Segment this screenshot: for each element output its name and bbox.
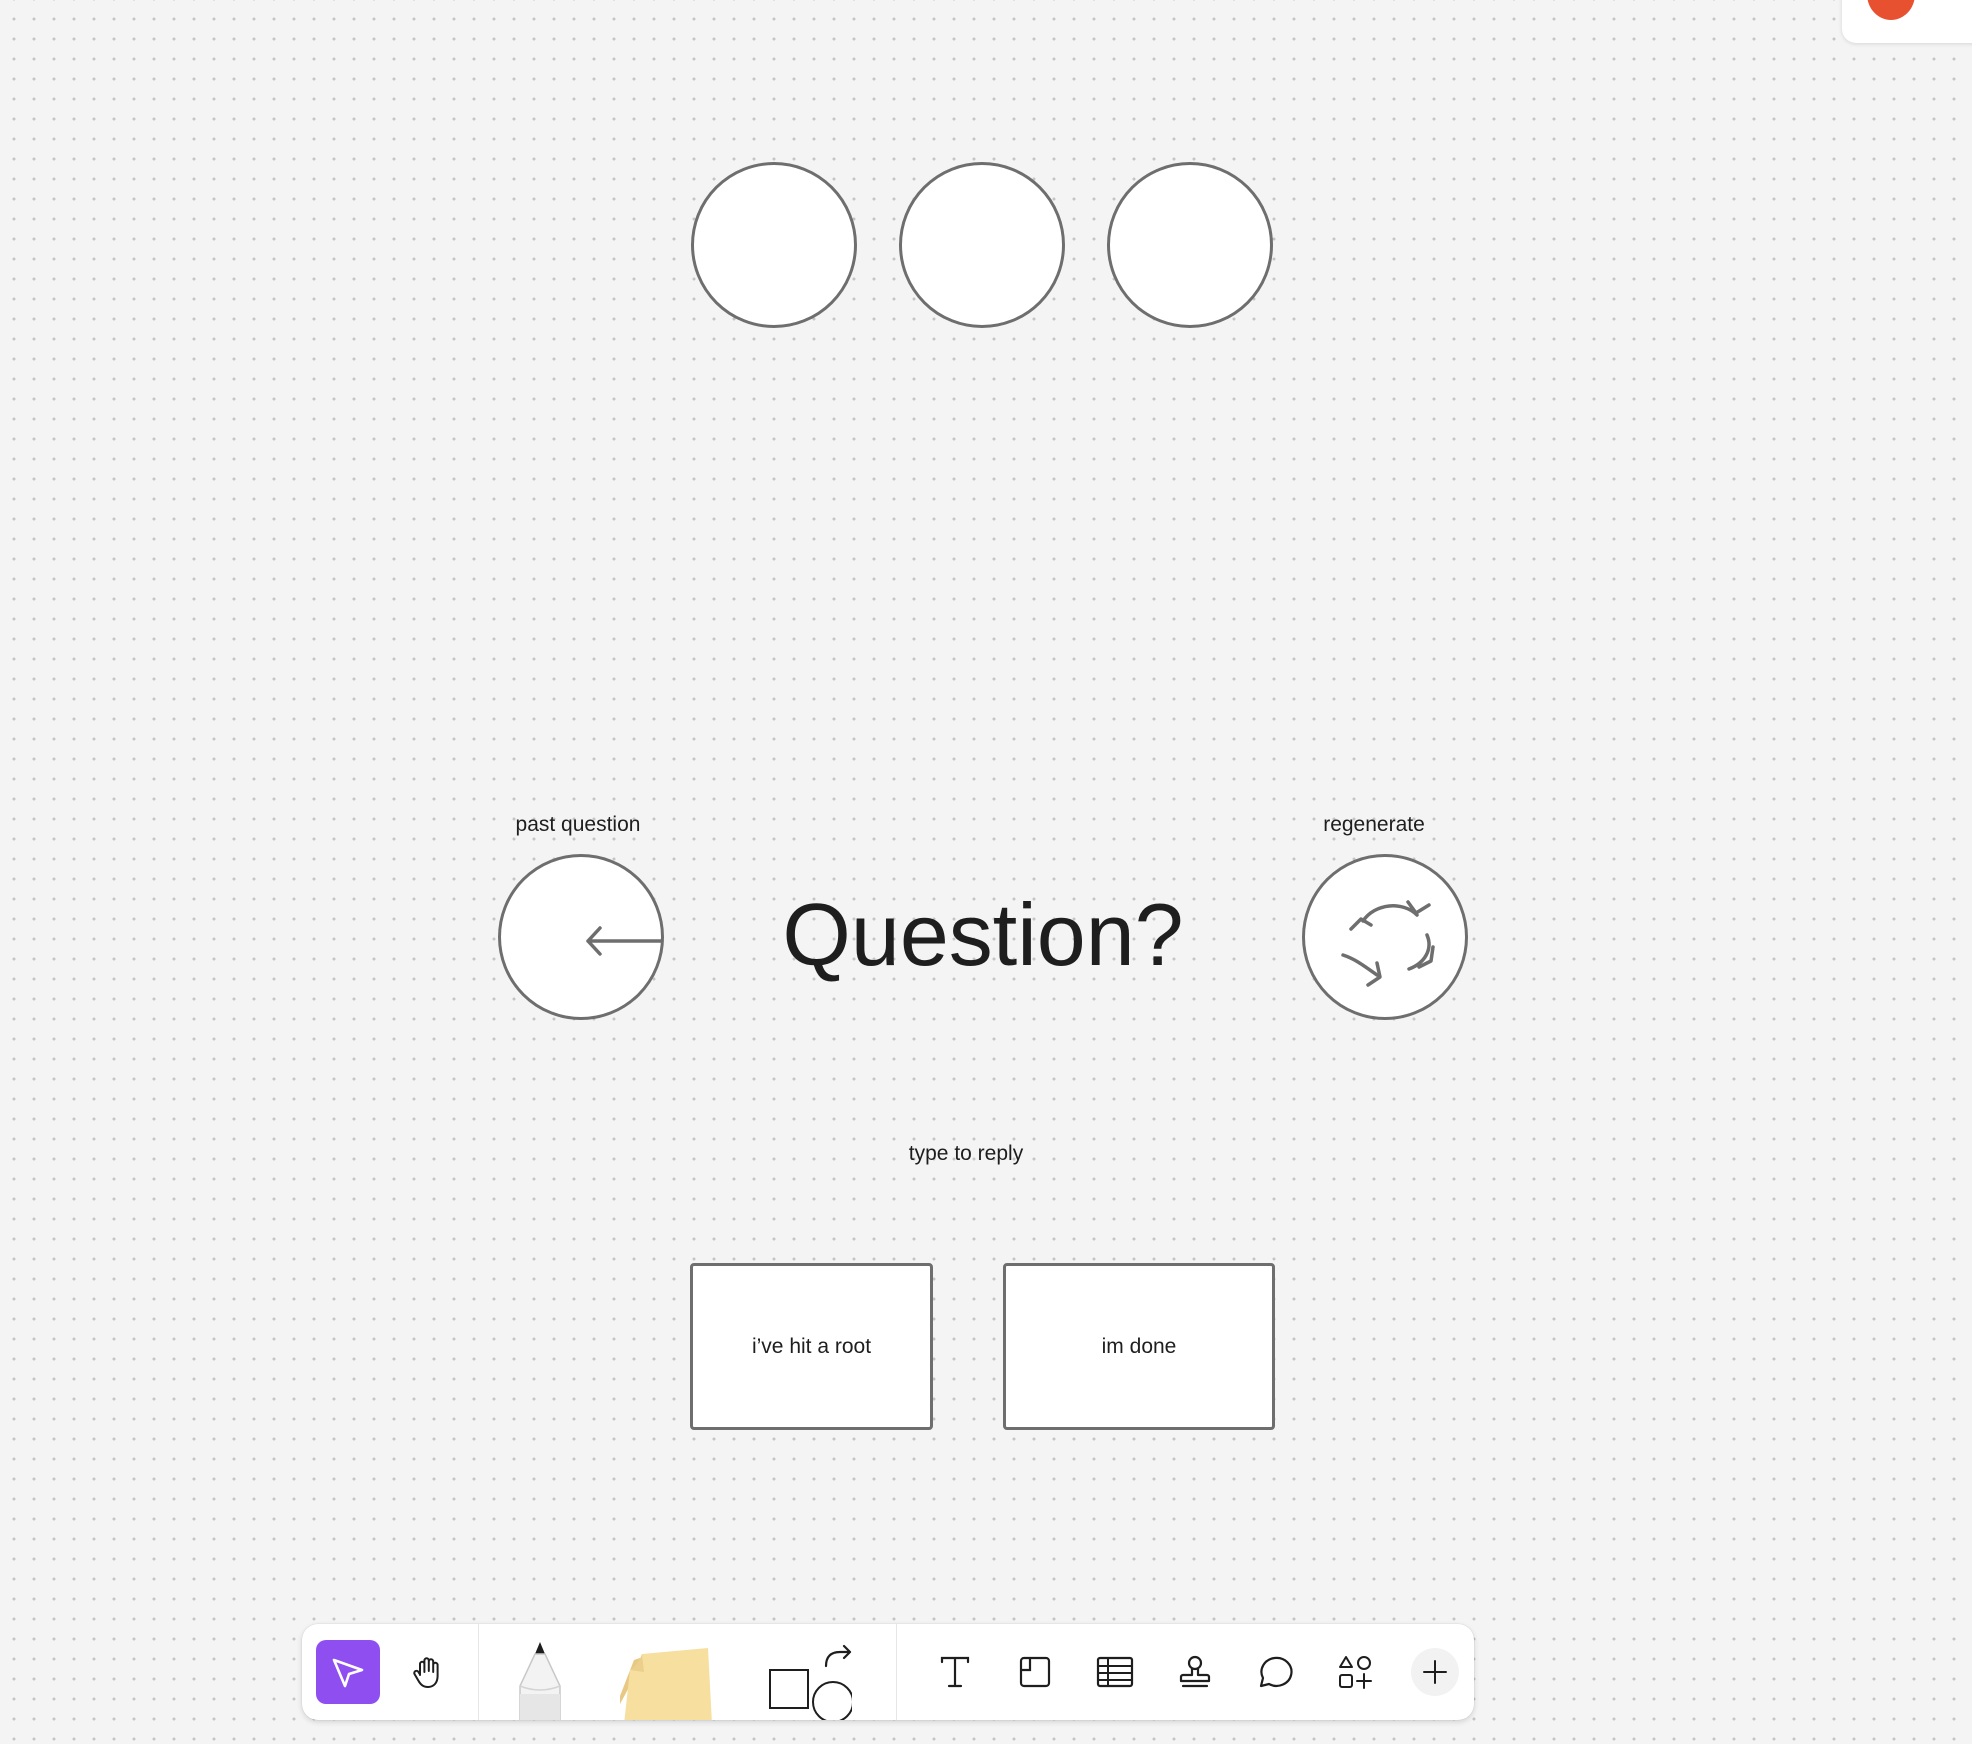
- progress-circle-1: [691, 162, 857, 328]
- shapes-icon: [769, 1644, 854, 1720]
- widgets-tool-button[interactable]: [1323, 1640, 1387, 1704]
- table-tool-button[interactable]: [1083, 1640, 1147, 1704]
- select-tool-button[interactable]: [316, 1640, 380, 1704]
- widgets-icon: [1339, 1656, 1372, 1689]
- cursor-icon: [332, 1658, 364, 1688]
- hit-root-label: i’ve hit a root: [751, 1334, 872, 1358]
- comment-icon: [1259, 1656, 1293, 1688]
- pen-icon: [519, 1642, 561, 1720]
- toolbar-divider: [896, 1624, 897, 1720]
- text-tool-button[interactable]: [923, 1640, 987, 1704]
- stamp-tool-button[interactable]: [1163, 1640, 1227, 1704]
- progress-circle-3: [1107, 162, 1273, 328]
- past-question-label: past question: [515, 813, 641, 836]
- sticky-note-icon: [620, 1648, 712, 1720]
- pen-tool-button[interactable]: [512, 1642, 568, 1720]
- arrow-left-icon: [586, 926, 664, 956]
- shapes-tool-button[interactable]: [766, 1644, 854, 1720]
- question-title: Question?: [782, 885, 1184, 984]
- hand-tool-button[interactable]: [396, 1640, 460, 1704]
- hand-icon: [413, 1657, 439, 1688]
- reply-prompt[interactable]: type to reply: [866, 1139, 1066, 1169]
- past-question-button[interactable]: [498, 854, 664, 1020]
- section-tool-button[interactable]: [1003, 1640, 1067, 1704]
- text-icon: [940, 1656, 970, 1688]
- im-done-label: im done: [1101, 1334, 1177, 1358]
- plus-icon: [1423, 1660, 1447, 1684]
- hit-root-button[interactable]: i’ve hit a root: [690, 1263, 933, 1430]
- im-done-button[interactable]: im done: [1003, 1263, 1275, 1430]
- progress-circle-2: [899, 162, 1065, 328]
- stamp-icon: [1179, 1655, 1211, 1688]
- refresh-icon: [1341, 900, 1435, 987]
- comment-tool-button[interactable]: [1243, 1640, 1307, 1704]
- table-icon: [1096, 1656, 1134, 1688]
- add-tool-button[interactable]: [1411, 1648, 1459, 1696]
- regenerate-label: regenerate: [1323, 813, 1425, 836]
- bottom-toolbar: [302, 1624, 1474, 1720]
- section-icon: [1019, 1656, 1051, 1688]
- sticky-note-tool-button[interactable]: [614, 1644, 726, 1720]
- regenerate-button[interactable]: [1302, 854, 1468, 1020]
- toolbar-divider: [478, 1624, 479, 1720]
